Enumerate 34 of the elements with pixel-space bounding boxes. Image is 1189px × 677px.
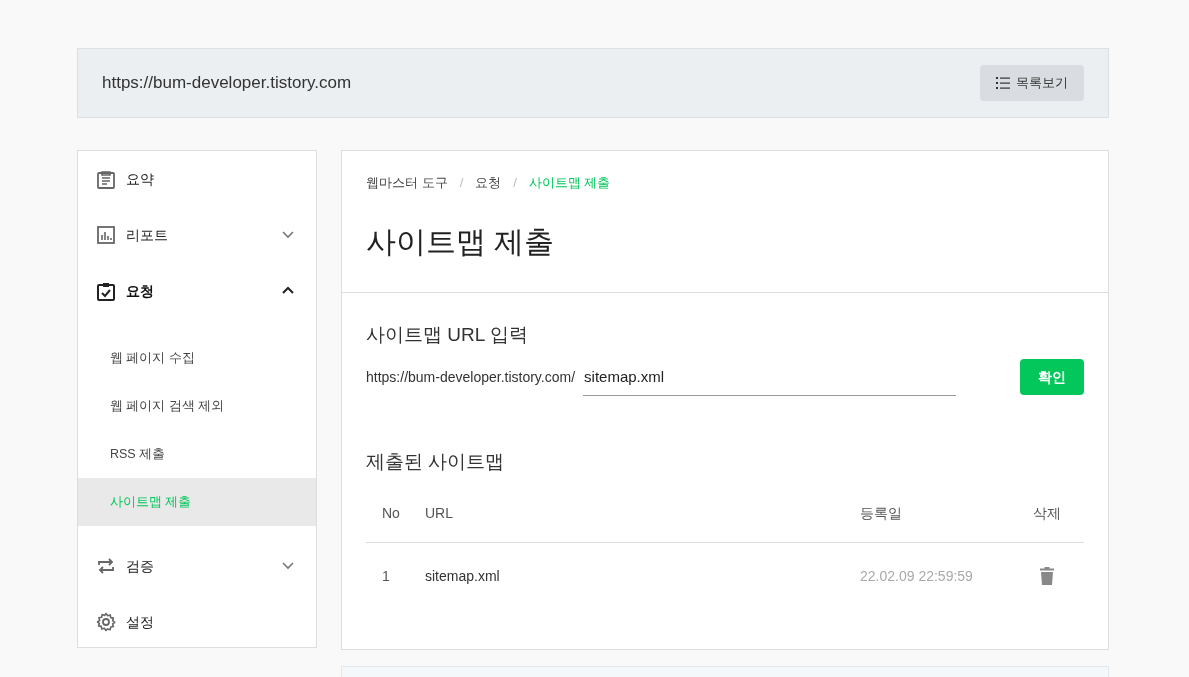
column-header: URL xyxy=(425,504,454,523)
clipboard-check-icon xyxy=(96,281,116,301)
sidebar-item[interactable]: 요청 xyxy=(78,263,316,319)
table-cell-text: sitemap.xml xyxy=(425,566,501,586)
url-prefix: https://bum-developer.tistory.com/ xyxy=(366,367,576,387)
sidebar-item[interactable]: 설정 xyxy=(78,594,316,650)
section-title: 제출된 사이트맵 xyxy=(366,452,506,471)
breadcrumb-link[interactable]: 웹마스터 도구 xyxy=(366,173,448,193)
table-cell-text: 22.02.09 22:59:59 xyxy=(860,566,974,586)
breadcrumb-separator: / xyxy=(513,174,517,193)
swap-arrows-icon xyxy=(96,556,116,576)
submenu-item[interactable]: 웹 페이지 수집 xyxy=(78,334,316,382)
sidebar-item[interactable]: 요약 xyxy=(78,151,316,207)
page-title: 사이트맵 제출 xyxy=(366,227,556,257)
site-url: https://bum-developer.tistory.com xyxy=(102,72,352,95)
column-header: 삭제 xyxy=(1032,504,1062,523)
sitemap-input-field[interactable]: sitemap.xml xyxy=(583,358,957,396)
section-title: 사이트맵 URL 입력 xyxy=(366,325,529,344)
breadcrumb-link[interactable]: 요청 xyxy=(475,173,502,193)
list-icon xyxy=(996,77,1010,89)
table-cell-text: 1 xyxy=(381,566,391,586)
sidebar-item[interactable]: 리포트 xyxy=(78,207,316,263)
submenu-item[interactable]: 웹 페이지 검색 제외 xyxy=(78,382,316,430)
gear-icon xyxy=(96,612,116,632)
bar-chart-icon xyxy=(96,225,116,245)
sidebar-item[interactable]: 검증 xyxy=(78,538,316,594)
list-button[interactable]: 목록보기 xyxy=(980,65,1084,101)
delete-button[interactable] xyxy=(1037,565,1057,587)
submenu-item[interactable]: RSS 제출 xyxy=(78,430,316,478)
column-header: No xyxy=(381,504,401,523)
clipboard-icon xyxy=(96,169,116,189)
column-header: 등록일 xyxy=(860,504,903,523)
breadcrumb-separator: / xyxy=(459,174,464,193)
trash-icon xyxy=(1040,567,1054,585)
